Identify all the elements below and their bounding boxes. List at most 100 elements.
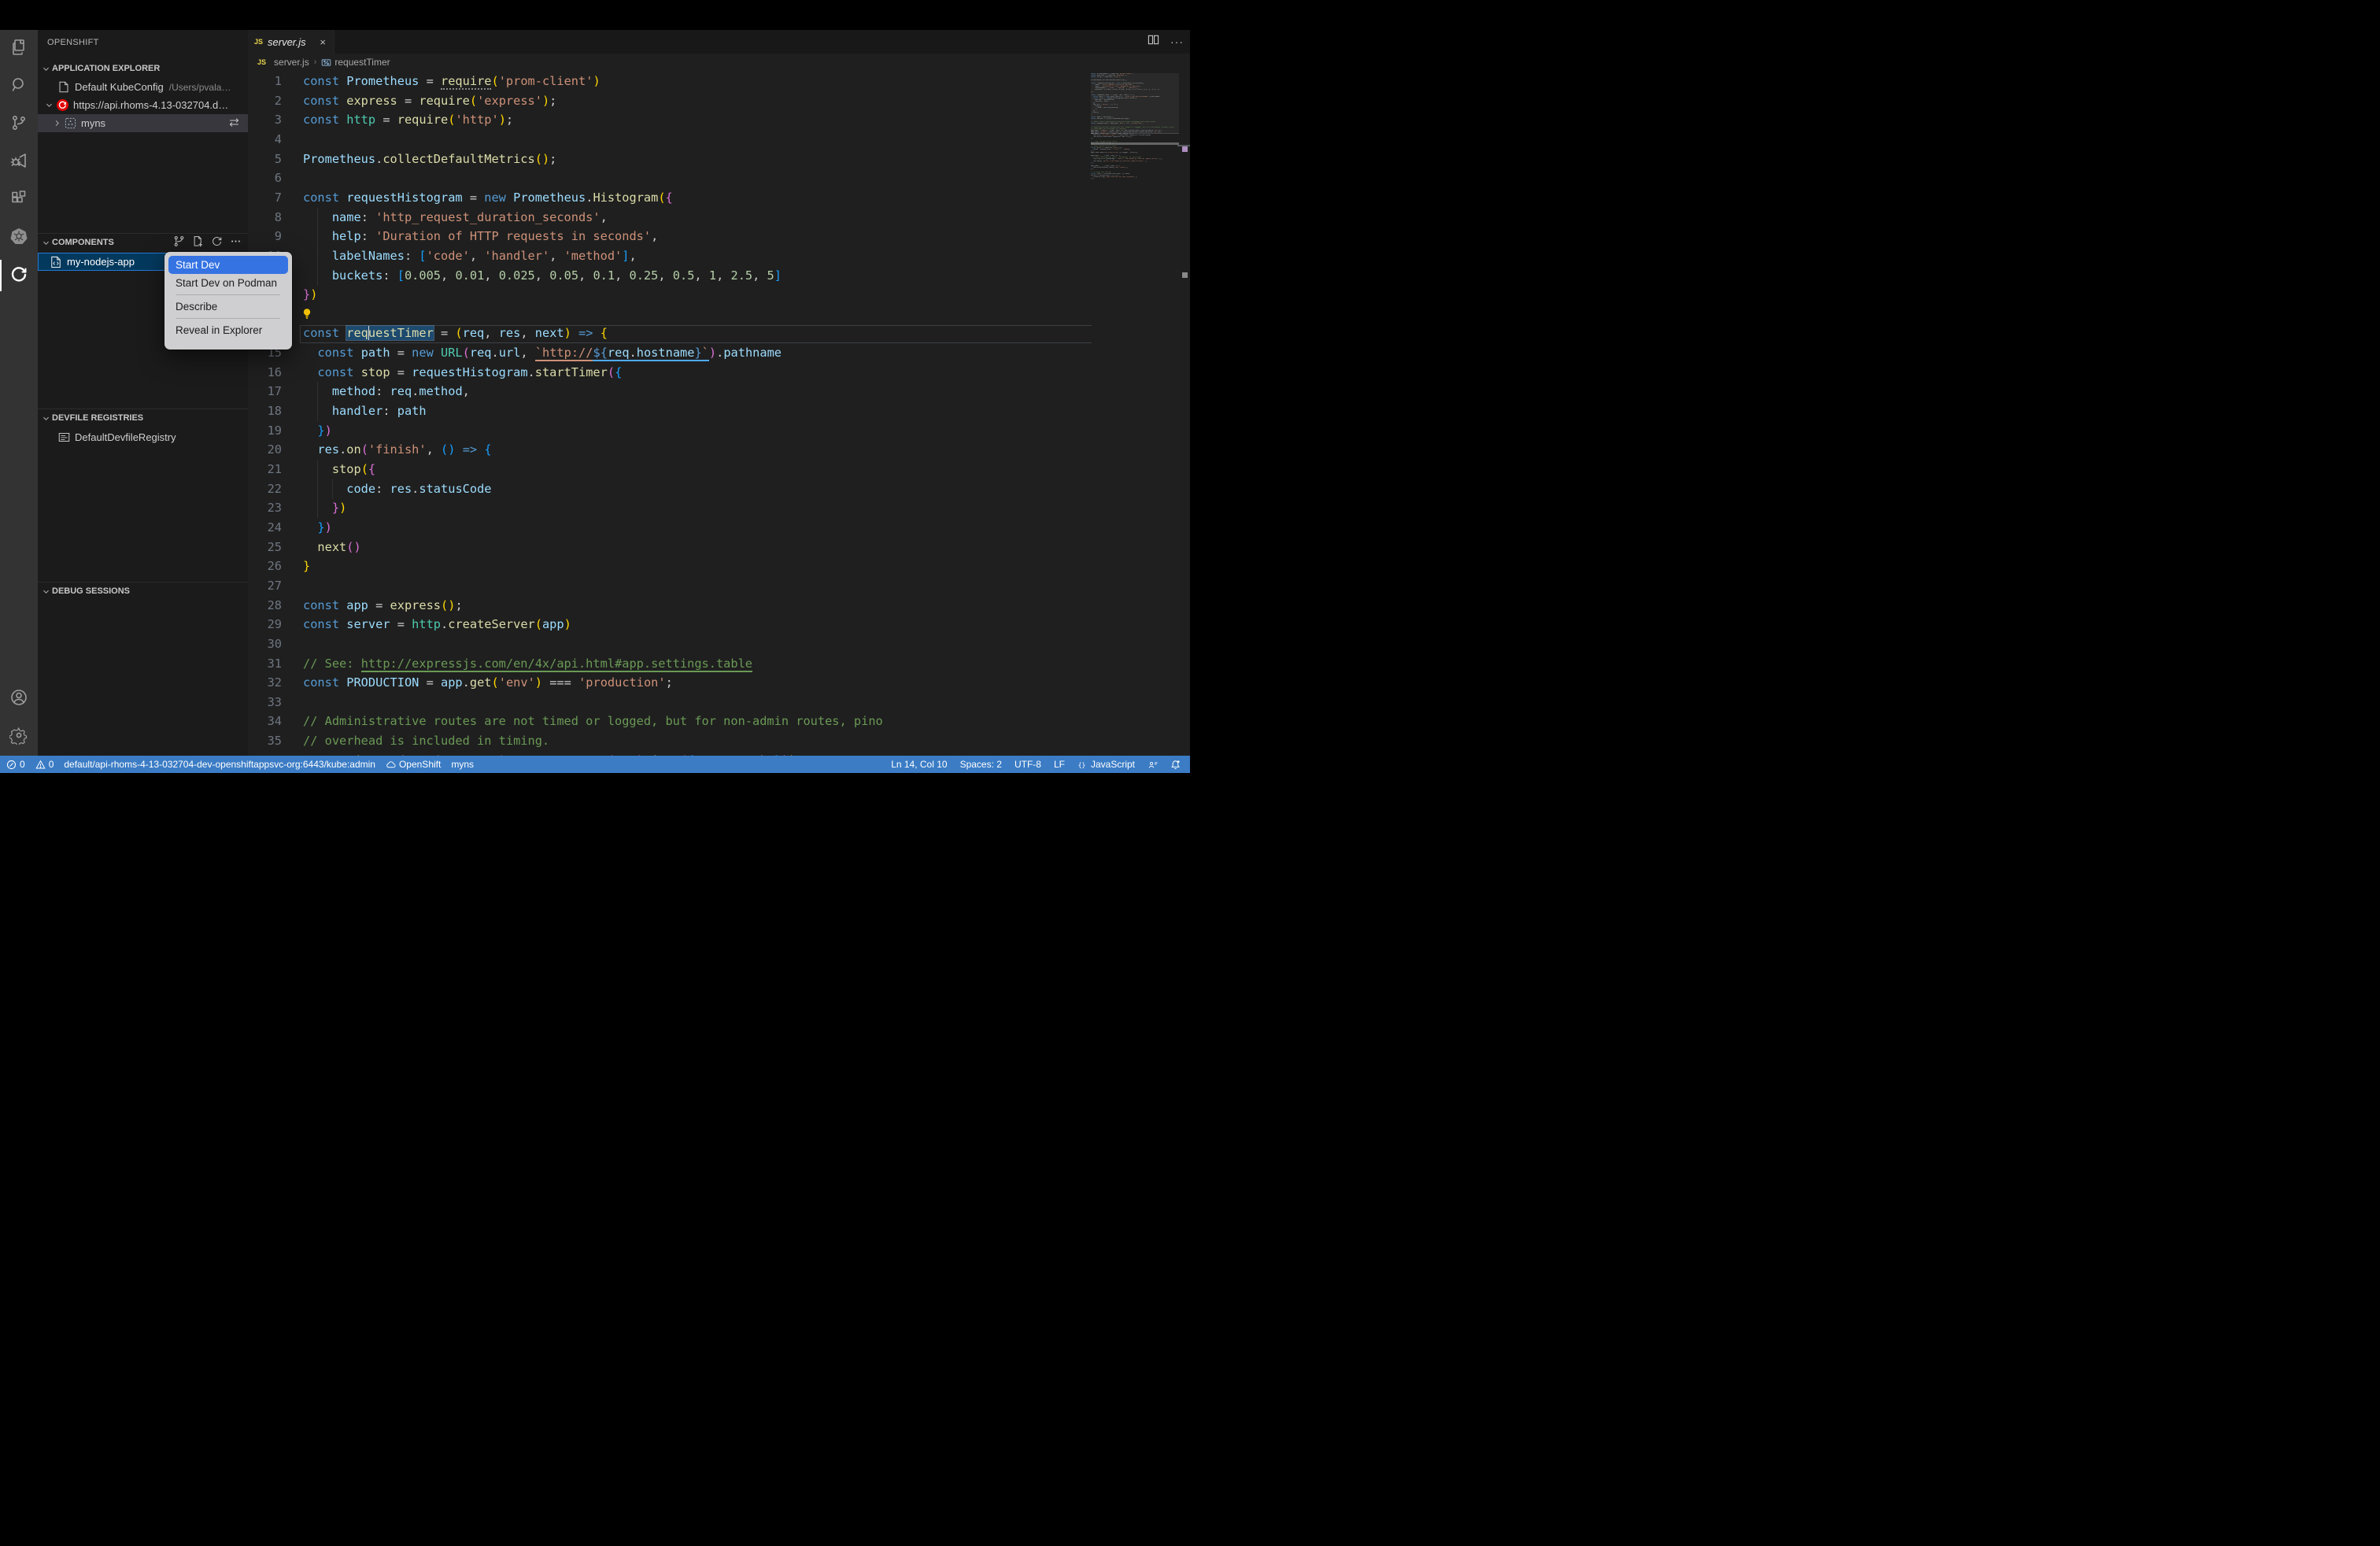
- status-0[interactable]: 0: [35, 759, 54, 770]
- code-line-4: 4: [248, 130, 1190, 150]
- file-code-icon: [49, 256, 63, 268]
- menu-item-start-dev-on-podman[interactable]: Start Dev on Podman: [168, 274, 288, 292]
- editor-actions: ···: [1148, 30, 1184, 54]
- section-actions: [173, 235, 242, 250]
- code-line-15: 15 const path = new URL(req.url, `http:/…: [248, 343, 1190, 363]
- status-default-api-rhoms-4-13-032704-[interactable]: default/api-rhoms-4-13-032704-dev-opensh…: [64, 759, 375, 770]
- status-openshift[interactable]: OpenShift: [386, 759, 441, 770]
- menu-item-start-dev[interactable]: Start Dev: [168, 256, 288, 274]
- status-bar-right: Ln 14, Col 10 Spaces: 2 UTF-8 LF {}JavaScrip…: [891, 759, 1190, 770]
- status-ln-14-col-10[interactable]: Ln 14, Col 10: [891, 759, 947, 770]
- section-header-components[interactable]: COMPONENTS: [38, 234, 248, 251]
- section-header-application-explorer[interactable]: APPLICATION EXPLORER: [38, 60, 248, 77]
- line-number: 6: [248, 168, 282, 188]
- code-line-24: 24 }): [248, 518, 1190, 538]
- section-header-devfile-registries[interactable]: DEVFILE REGISTRIES: [38, 409, 248, 427]
- breadcrumb-item[interactable]: JSserver.js: [257, 57, 309, 68]
- sidebar-title: OPENSHIFT: [47, 38, 99, 47]
- activity-source-control[interactable]: [0, 105, 38, 143]
- menu-item-reveal-in-explorer[interactable]: Reveal in Explorer: [168, 321, 288, 339]
- debug-icon: [9, 151, 28, 174]
- new-component-icon[interactable]: [192, 235, 204, 250]
- line-number: 9: [248, 227, 282, 246]
- code-line-23: 23 }): [248, 498, 1190, 518]
- split-editor-icon[interactable]: [1148, 34, 1159, 50]
- status-lf[interactable]: LF: [1054, 759, 1065, 770]
- code-line-12: 12}): [248, 285, 1190, 305]
- line-number: 16: [248, 363, 282, 383]
- vscode-window: OPENSHIFT APPLICATION EXPLORERDefault Ku…: [0, 0, 1190, 773]
- kubernetes-icon: [9, 227, 28, 250]
- activity-search[interactable]: [0, 68, 38, 105]
- breadcrumb-separator: ›: [314, 57, 317, 67]
- breadcrumb-item[interactable]: requestTimer: [321, 57, 390, 68]
- context-menu: Start DevStart Dev on Podman Describe Reve…: [164, 252, 292, 350]
- status-utf-8[interactable]: UTF-8: [1014, 759, 1041, 770]
- activity-kubernetes[interactable]: [0, 219, 38, 257]
- tree-item-cluster[interactable]: https://api.rhoms-4.13-032704.d…: [38, 96, 248, 114]
- activity-accounts[interactable]: [0, 680, 38, 718]
- tree-item-label: DefaultDevfileRegistry: [75, 431, 176, 443]
- section-header-debug-sessions[interactable]: DEBUG SESSIONS: [38, 583, 248, 600]
- code-line-2: 2const express = require('express');: [248, 91, 1190, 111]
- error-icon: [6, 760, 17, 770]
- code-line-7: 7const requestHistogram = new Prometheus…: [248, 188, 1190, 208]
- code-line-22: 22 code: res.statusCode: [248, 479, 1190, 499]
- line-number: 19: [248, 421, 282, 441]
- status-bell-dot-icon[interactable]: [1170, 760, 1181, 770]
- registry-icon: [57, 432, 71, 442]
- code-line-34: 34// Administrative routes are not timed…: [248, 712, 1190, 731]
- code-line-8: 8 name: 'http_request_duration_seconds',: [248, 208, 1190, 227]
- line-number: 25: [248, 538, 282, 557]
- status-bar-left: 00 default/api-rhoms-4-13-032704-dev-open…: [0, 759, 474, 770]
- tree-item-registry[interactable]: DefaultDevfileRegistry: [38, 428, 248, 446]
- gear-icon: [9, 726, 28, 749]
- branch-icon[interactable]: [173, 235, 185, 250]
- menu-separator: [176, 294, 280, 295]
- line-number: 35: [248, 731, 282, 751]
- line-number: 27: [248, 576, 282, 596]
- close-icon[interactable]: ×: [318, 36, 327, 48]
- menu-item-describe[interactable]: Describe: [168, 298, 288, 316]
- tab-server-js[interactable]: JS server.js ×: [248, 30, 334, 54]
- ellipsis-icon[interactable]: [230, 235, 242, 250]
- line-number: 17: [248, 382, 282, 401]
- status-javascript[interactable]: {}JavaScript: [1077, 759, 1135, 770]
- code-line-27: 27: [248, 576, 1190, 596]
- tree-item-kubeconfig[interactable]: Default KubeConfig/Users/pvala…: [38, 78, 248, 96]
- files-icon: [9, 38, 28, 61]
- status-spaces-2[interactable]: Spaces: 2: [960, 759, 1002, 770]
- swap-icon[interactable]: [228, 117, 240, 130]
- lightbulb-icon[interactable]: [301, 308, 312, 324]
- activity-openshift[interactable]: [0, 257, 38, 294]
- activity-explorer[interactable]: [0, 30, 38, 68]
- code-line-19: 19 }): [248, 421, 1190, 441]
- refresh-icon[interactable]: [211, 235, 223, 250]
- chevron-right-icon[interactable]: [50, 119, 63, 128]
- status-myns[interactable]: myns: [451, 759, 474, 770]
- line-number: 2: [248, 91, 282, 111]
- minimap-slider[interactable]: [1091, 73, 1179, 134]
- section-label: DEVFILE REGISTRIES: [52, 413, 143, 423]
- braces-icon: {}: [1077, 760, 1088, 770]
- code-line-16: 16 const stop = requestHistogram.startTi…: [248, 363, 1190, 383]
- status-feedback-icon[interactable]: [1148, 760, 1158, 770]
- activity-run-debug[interactable]: [0, 143, 38, 181]
- status-0[interactable]: 0: [6, 759, 25, 770]
- line-number: 22: [248, 479, 282, 499]
- chevron-down-icon[interactable]: [42, 101, 55, 109]
- more-actions-icon[interactable]: ···: [1170, 35, 1184, 48]
- account-icon: [9, 688, 28, 711]
- activity-settings[interactable]: [0, 718, 38, 756]
- activity-extensions[interactable]: [0, 181, 38, 219]
- code-line-28: 28const app = express();: [248, 596, 1190, 616]
- source-control-icon: [9, 113, 28, 136]
- line-number: 30: [248, 634, 282, 654]
- breadcrumb: JSserver.js › requestTimer: [248, 54, 1190, 71]
- code-editor[interactable]: 1const Prometheus = require('prom-client…: [248, 71, 1190, 756]
- line-number: 33: [248, 693, 282, 712]
- tree-item-namespace[interactable]: myns: [38, 114, 248, 132]
- tree-item-description: /Users/pvala…: [169, 82, 231, 93]
- code-line-10: 10 labelNames: ['code', 'handler', 'meth…: [248, 246, 1190, 266]
- section-label: COMPONENTS: [52, 238, 114, 247]
